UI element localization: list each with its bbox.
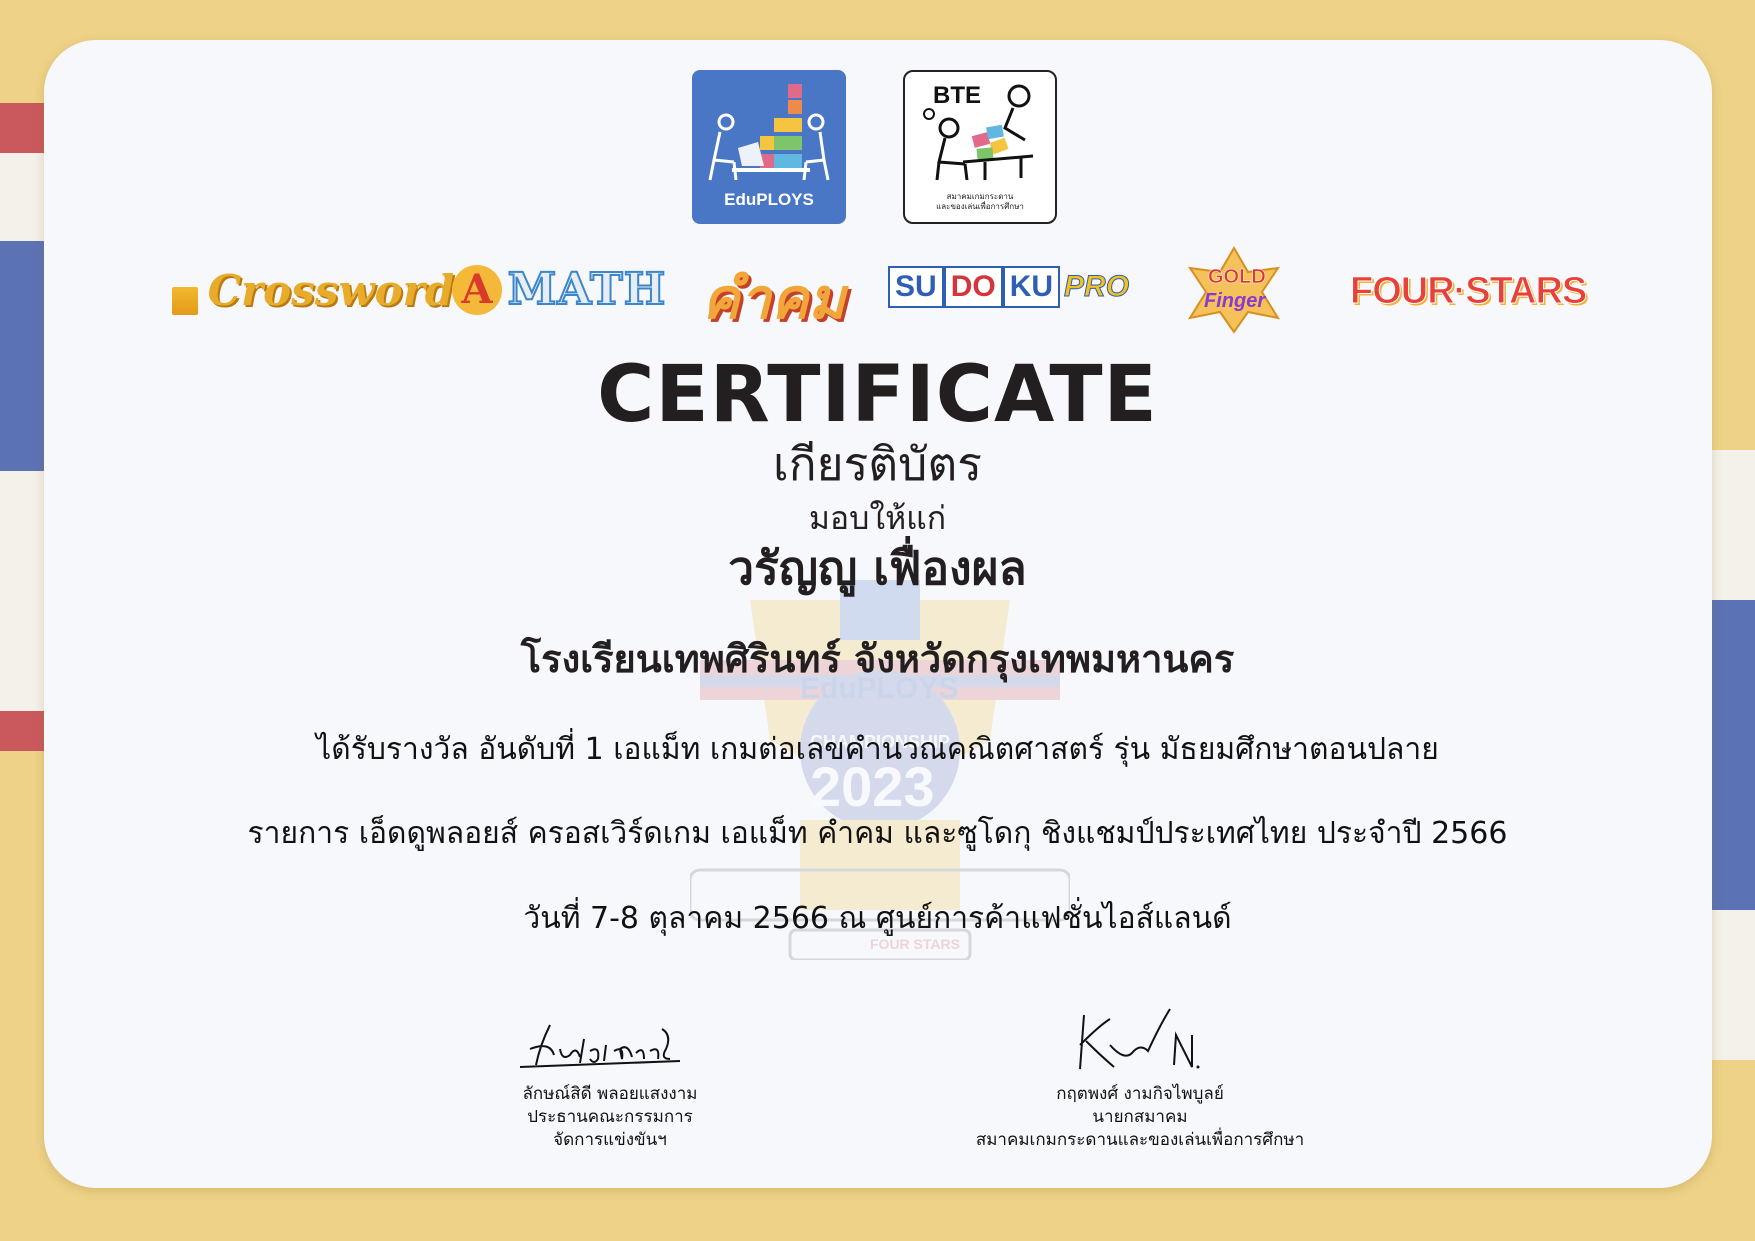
certificate-title-thai: เกียรติบัตร [773, 437, 982, 491]
signature-left [510, 1015, 700, 1075]
four-stars-logo: FOUR·STARS [1349, 270, 1587, 313]
kham-khom-logo: คำคม [702, 266, 846, 332]
event-line: รายการ เอ็ดดูพลอยส์ ครอสเวิร์ดเกม เอแม็ท… [247, 816, 1508, 851]
signature-right [1070, 1005, 1220, 1075]
signer-right-title-1: นายกสมาคม [1092, 1107, 1188, 1127]
bte-logo-subtitle-2: และของเล่นเพื่อการศึกษา [936, 202, 1024, 211]
handwritten-signature-left [519, 1024, 681, 1068]
crossword-logo: Crossword [172, 266, 454, 315]
signer-left-title-2: จัดการแข่งขันฯ [553, 1130, 667, 1150]
sudoku-pro-logo: SU DO KU PRO [888, 266, 1130, 308]
award-line: ได้รับรางวัล อันดับที่ 1 เอแม็ท เกมต่อเล… [316, 732, 1439, 767]
date-venue-line: วันที่ 7-8 ตุลาคม 2566 ณ ศูนย์การค้าแฟชั… [523, 901, 1232, 936]
recipient-name: วรัญญู เฟื่องผล [728, 541, 1027, 595]
bte-logo: BTE สมาคมเกมกระดาน และของเล่นเพื่อการศึก… [903, 70, 1057, 224]
signer-right-name: กฤตพงศ์ งามกิจไพบูลย์ [1056, 1084, 1224, 1104]
bte-logo-subtitle-1: สมาคมเกมกระดาน [946, 192, 1014, 201]
signer-right-title-2: สมาคมเกมกระดานและของเล่นเพื่อการศึกษา [975, 1130, 1305, 1150]
signer-left-title-1: ประธานคณะกรรมการ [527, 1107, 693, 1127]
handwritten-signature-right [1079, 1008, 1200, 1070]
crossword-blocks-icon [172, 286, 198, 315]
eduploys-logo: EduPLOYS [692, 70, 846, 224]
certificate-title: CERTIFICATE [597, 350, 1158, 440]
eduploys-logo-text: EduPLOYS [724, 190, 814, 209]
board-game-players-icon [923, 84, 1034, 181]
amath-logo: A MATH [452, 263, 666, 316]
given-to-label: มอบให้แก่ [808, 499, 947, 537]
gold-finger-logo: GOLD Finger [1178, 246, 1290, 334]
signer-left-name: ลักษณ์สิดี พลอยแสงงาม [522, 1084, 698, 1104]
school-name: โรงเรียนเทพศิรินทร์ จังหวัดกรุงเทพมหานคร [520, 637, 1235, 681]
